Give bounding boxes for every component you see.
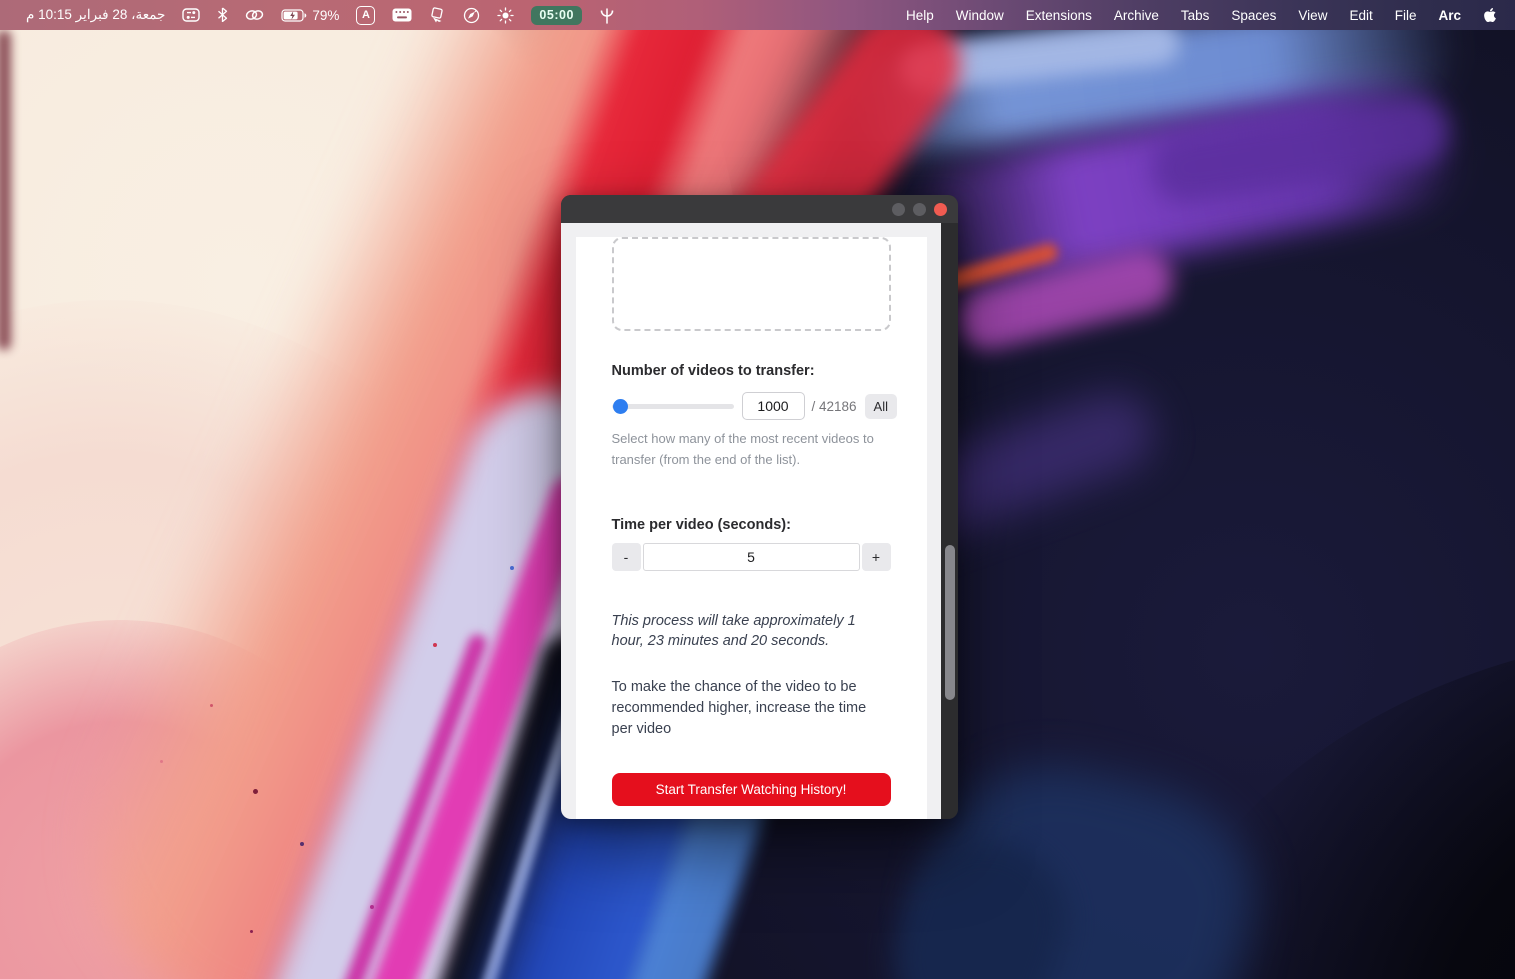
videos-count-label: Number of videos to transfer: bbox=[611, 363, 815, 379]
menu-edit[interactable]: Edit bbox=[1349, 8, 1372, 23]
recommendation-tip-text: To make the chance of the video to be re… bbox=[611, 678, 867, 737]
menu-bar-menus: Help Window Extensions Archive Tabs Spac… bbox=[906, 6, 1515, 24]
videos-count-input[interactable] bbox=[741, 392, 805, 420]
menu-app-arc[interactable]: Arc bbox=[1438, 8, 1461, 23]
menu-help[interactable]: Help bbox=[906, 8, 934, 23]
apple-logo-icon[interactable] bbox=[1483, 6, 1497, 24]
stacked-cards-icon[interactable] bbox=[429, 6, 446, 24]
videos-total-label: / 42186 bbox=[811, 398, 857, 414]
input-source-icon[interactable]: A bbox=[356, 5, 376, 25]
slider-thumb[interactable] bbox=[612, 398, 628, 414]
empty-dropzone-placeholder bbox=[611, 237, 891, 331]
window-titlebar[interactable] bbox=[561, 195, 958, 223]
decrement-button[interactable]: - bbox=[611, 542, 641, 571]
paint-splatter-dot bbox=[210, 704, 213, 707]
paint-splatter-dot bbox=[250, 930, 253, 933]
start-transfer-button[interactable]: Start Transfer Watching History! bbox=[611, 772, 891, 806]
paint-splatter-dot bbox=[160, 760, 163, 763]
window-close-button[interactable] bbox=[934, 202, 947, 216]
popup-page: Number of videos to transfer: / 42186 Al… bbox=[561, 223, 941, 819]
all-button[interactable]: All bbox=[864, 393, 897, 419]
control-center-icon[interactable] bbox=[182, 6, 201, 24]
battery-status[interactable]: 79% bbox=[281, 6, 339, 24]
time-per-video-input[interactable] bbox=[642, 542, 860, 571]
paint-splatter-dot bbox=[300, 842, 304, 846]
brightness-icon[interactable] bbox=[497, 6, 515, 24]
paint-splatter-dot bbox=[370, 905, 374, 909]
videos-count-help-text: Select how many of the most recent video… bbox=[611, 431, 874, 467]
menu-extensions[interactable]: Extensions bbox=[1026, 8, 1092, 23]
menu-spaces[interactable]: Spaces bbox=[1231, 8, 1276, 23]
transfer-form-card: Number of videos to transfer: / 42186 Al… bbox=[575, 237, 927, 819]
extension-popup-window: Number of videos to transfer: / 42186 Al… bbox=[561, 195, 958, 819]
compass-icon[interactable] bbox=[463, 6, 480, 24]
paint-splatter-dot bbox=[253, 789, 258, 794]
menu-bar-clock[interactable]: جمعة، 28 فبراير 10:15 م bbox=[26, 7, 165, 23]
window-minimize-button[interactable] bbox=[913, 202, 926, 216]
menu-window[interactable]: Window bbox=[956, 8, 1004, 23]
timer-badge[interactable]: 05:00 bbox=[531, 5, 582, 25]
battery-charging-icon bbox=[281, 6, 307, 24]
window-zoom-button[interactable] bbox=[892, 202, 905, 216]
battery-percent-label: 79% bbox=[312, 7, 340, 23]
duration-estimate-text: This process will take approximately 1 h… bbox=[611, 612, 856, 650]
slider-track[interactable] bbox=[611, 403, 734, 409]
time-per-video-stepper: - + bbox=[611, 542, 891, 571]
wallpaper-layer bbox=[0, 30, 11, 350]
paint-splatter-dot bbox=[433, 643, 437, 647]
paint-splatter-dot bbox=[510, 566, 514, 570]
menu-archive[interactable]: Archive bbox=[1114, 8, 1159, 23]
psi-trident-icon[interactable] bbox=[599, 6, 615, 24]
scrollbar-thumb[interactable] bbox=[944, 545, 955, 700]
increment-button[interactable]: + bbox=[861, 542, 891, 571]
videos-count-slider[interactable] bbox=[611, 398, 734, 414]
time-per-video-label: Time per video (seconds): bbox=[611, 516, 791, 533]
menu-file[interactable]: File bbox=[1395, 8, 1417, 23]
scrollbar-track[interactable] bbox=[941, 223, 958, 819]
menu-bar: جمعة، 28 فبراير 10:15 م 79% A 05:00 Help… bbox=[0, 0, 1515, 30]
menu-bar-status-cluster: جمعة، 28 فبراير 10:15 م 79% A 05:00 bbox=[0, 5, 615, 25]
videos-count-row: / 42186 All bbox=[611, 392, 897, 420]
link-icon[interactable] bbox=[245, 6, 264, 24]
bluetooth-icon[interactable] bbox=[217, 6, 228, 24]
keyboard-icon[interactable] bbox=[392, 6, 412, 24]
menu-tabs[interactable]: Tabs bbox=[1181, 8, 1210, 23]
menu-view[interactable]: View bbox=[1298, 8, 1327, 23]
